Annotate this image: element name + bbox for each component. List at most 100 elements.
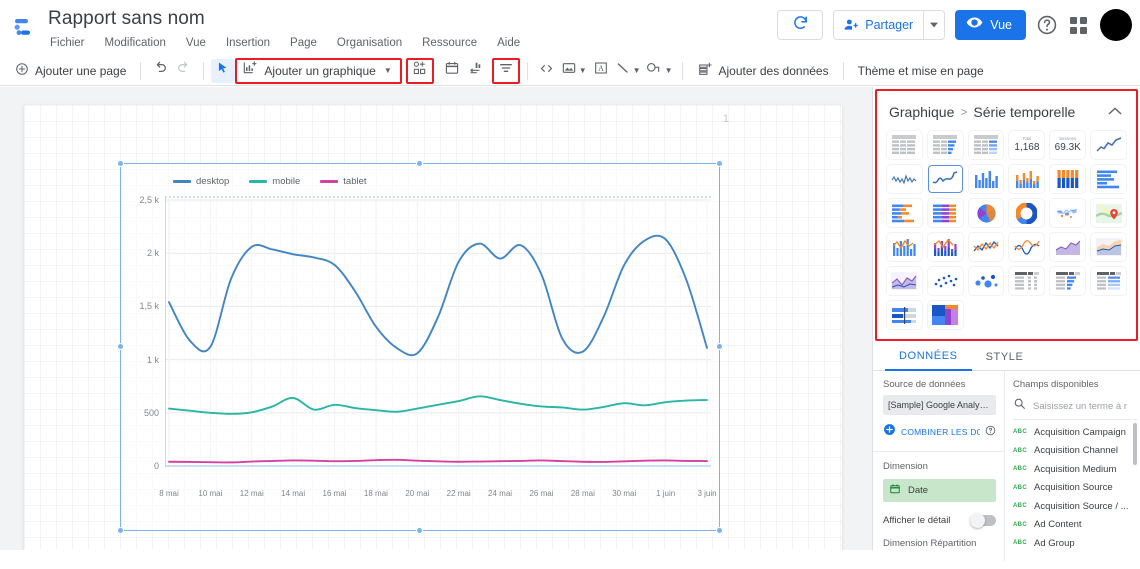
theme-layout-button[interactable]: Thème et mise en page	[851, 59, 991, 83]
tab-style[interactable]: STYLE	[972, 343, 1038, 371]
gallery-cell-stacked-bar-100-chart[interactable]	[927, 199, 963, 227]
sort-button[interactable]	[464, 59, 488, 83]
gallery-cell-sparkline-chart[interactable]	[887, 165, 922, 193]
looker-studio-app: Rapport sans nom Fichier Modification Vu…	[0, 0, 1140, 561]
gallery-cell-stacked-bar-chart[interactable]	[887, 199, 922, 227]
fields-list[interactable]: ABC Acquisition Campaign ABC Acquisition Ch…	[1013, 419, 1138, 569]
breadcrumb-root[interactable]: Graphique	[889, 104, 954, 120]
legend-item-tablet[interactable]: tablet	[320, 176, 367, 187]
chart-type-gallery[interactable]: Total 1,168 Sessions 69.3K	[877, 129, 1136, 339]
gallery-cell-table-with-heatmap-chart[interactable]	[968, 131, 1004, 159]
tab-donnees[interactable]: DONNÉES	[885, 343, 972, 371]
gallery-cell-area-chart[interactable]	[1050, 233, 1086, 261]
gallery-cell-bar-chart[interactable]	[1091, 165, 1126, 193]
gallery-cell-table-chart[interactable]	[887, 131, 922, 159]
selected-chart-object[interactable]: desktop mobile tablet 0 500 1 k 1,5 k 2 k 2,5…	[117, 160, 723, 534]
menu-ressource[interactable]: Ressource	[420, 35, 479, 51]
canvas-area[interactable]: 1 desktop mobile tablet 0 500 1 k 1,5 k …	[0, 87, 872, 550]
gallery-cell-time-series-line[interactable]	[927, 165, 963, 193]
field-row[interactable]: ABC Ad Content	[1013, 516, 1138, 535]
menu-fichier[interactable]: Fichier	[48, 35, 87, 51]
gallery-cell-scorecard-compact[interactable]: Sessions 69.3K	[1050, 131, 1086, 159]
gallery-cell-bullet-chart[interactable]	[887, 301, 922, 329]
gallery-cell-table-with-bars-chart[interactable]	[927, 131, 963, 159]
resize-handle-top-center[interactable]	[416, 160, 423, 167]
share-button[interactable]: Partager	[833, 10, 946, 40]
data-source-chip[interactable]: [Sample] Google Analyti...	[883, 395, 996, 415]
page-title[interactable]: Rapport sans nom	[48, 8, 522, 30]
field-row[interactable]: ABC Acquisition Medium	[1013, 460, 1138, 479]
field-row[interactable]: ABC Acquisition Campaign	[1013, 423, 1138, 442]
help-circle-icon[interactable]	[1036, 14, 1058, 36]
gallery-cell-time-series-chart[interactable]	[1091, 131, 1126, 159]
chevron-down-icon[interactable]: ▼	[665, 66, 673, 75]
add-chart-icon-button[interactable]	[238, 59, 262, 83]
field-row[interactable]: ABC Acquisition Source / ...	[1013, 497, 1138, 516]
select-tool-button[interactable]	[211, 58, 236, 83]
gallery-cell-bubble-chart[interactable]	[968, 267, 1004, 295]
apps-grid-icon[interactable]	[1068, 15, 1088, 35]
text-button[interactable]: A	[589, 59, 613, 83]
redo-button[interactable]	[172, 59, 196, 83]
resize-handle-top-right[interactable]	[716, 160, 723, 167]
field-row[interactable]: ABC Acquisition Source	[1013, 479, 1138, 498]
menu-vue[interactable]: Vue	[184, 35, 208, 51]
chart-plot-area[interactable]: 0 500 1 k 1,5 k 2 k 2,5 k 8 mai 10 mai 12 mai 14…	[121, 194, 721, 532]
legend-item-mobile[interactable]: mobile	[249, 176, 300, 187]
add-chart-button[interactable]: Ajouter un graphique ▼	[262, 59, 398, 83]
x-axis-tick: 1 juin	[656, 489, 676, 498]
add-control-button[interactable]	[408, 59, 432, 83]
resize-handle-top-left[interactable]	[117, 160, 124, 167]
date-range-button[interactable]	[440, 59, 464, 83]
menu-page[interactable]: Page	[288, 35, 319, 51]
gallery-cell-stacked-area-chart[interactable]	[1091, 233, 1126, 261]
gallery-cell-scatter-chart[interactable]	[927, 267, 963, 295]
gallery-cell-pie-chart[interactable]	[968, 199, 1004, 227]
menu-organisation[interactable]: Organisation	[335, 35, 404, 51]
gallery-cell-line-chart[interactable]	[968, 233, 1004, 261]
help-circle-icon[interactable]	[985, 423, 996, 441]
gallery-cell-donut-chart[interactable]	[1009, 199, 1045, 227]
dimension-chip-date[interactable]: Date	[883, 479, 996, 502]
undo-button[interactable]	[148, 59, 172, 83]
gallery-cell-stacked-column-chart[interactable]	[1009, 165, 1045, 193]
gallery-cell-pivot-table-bars[interactable]	[1050, 267, 1086, 295]
gallery-cell-combo-chart[interactable]	[887, 233, 922, 261]
gallery-cell-combo-stacked-chart[interactable]	[927, 233, 963, 261]
share-dropdown-caret[interactable]	[924, 22, 944, 28]
legend-item-desktop[interactable]: desktop	[173, 176, 229, 187]
gallery-cell-pivot-table-heatmap[interactable]	[1091, 267, 1126, 295]
add-page-button[interactable]: Ajouter une page	[8, 59, 133, 83]
shape-button[interactable]: ▼	[643, 59, 675, 83]
gallery-cell-stacked-column-100-chart[interactable]	[1050, 165, 1086, 193]
gallery-cell-scorecard[interactable]: Total 1,168	[1009, 131, 1045, 159]
embed-button[interactable]	[535, 59, 559, 83]
search-input[interactable]	[1033, 400, 1134, 412]
menu-insertion[interactable]: Insertion	[224, 35, 272, 51]
filter-button[interactable]	[494, 59, 518, 83]
show-detail-toggle[interactable]	[970, 513, 996, 528]
combine-data-button[interactable]: COMBINER LES DONN	[883, 423, 996, 441]
add-data-button[interactable]: Ajouter des données	[690, 59, 836, 83]
avatar[interactable]	[1100, 9, 1132, 41]
chevron-up-icon[interactable]	[1106, 101, 1124, 123]
menu-modification[interactable]: Modification	[103, 35, 168, 51]
chevron-down-icon[interactable]: ▼	[633, 66, 641, 75]
gallery-cell-geo-map-chart[interactable]	[1050, 199, 1086, 227]
image-button[interactable]: ▼	[559, 59, 589, 83]
refresh-button[interactable]	[777, 10, 824, 40]
gallery-cell-area-filled-chart[interactable]	[887, 267, 922, 295]
report-page[interactable]: 1 desktop mobile tablet 0 500 1 k 1,5 k …	[24, 105, 842, 550]
gallery-cell-treemap-chart[interactable]	[927, 301, 963, 329]
gallery-cell-pivot-table[interactable]	[1009, 267, 1045, 295]
fields-scrollbar[interactable]	[1133, 423, 1137, 465]
gallery-cell-smoothed-line-chart[interactable]	[1009, 233, 1045, 261]
gallery-cell-column-chart[interactable]	[968, 165, 1004, 193]
gallery-header: Graphique > Série temporelle	[877, 91, 1136, 129]
field-row[interactable]: ABC Acquisition Channel	[1013, 442, 1138, 461]
chevron-down-icon[interactable]: ▼	[579, 66, 587, 75]
line-button[interactable]: ▼	[613, 59, 643, 83]
gallery-cell-google-maps-chart[interactable]	[1091, 199, 1126, 227]
menu-aide[interactable]: Aide	[495, 35, 522, 51]
view-button[interactable]: Vue	[955, 10, 1026, 40]
